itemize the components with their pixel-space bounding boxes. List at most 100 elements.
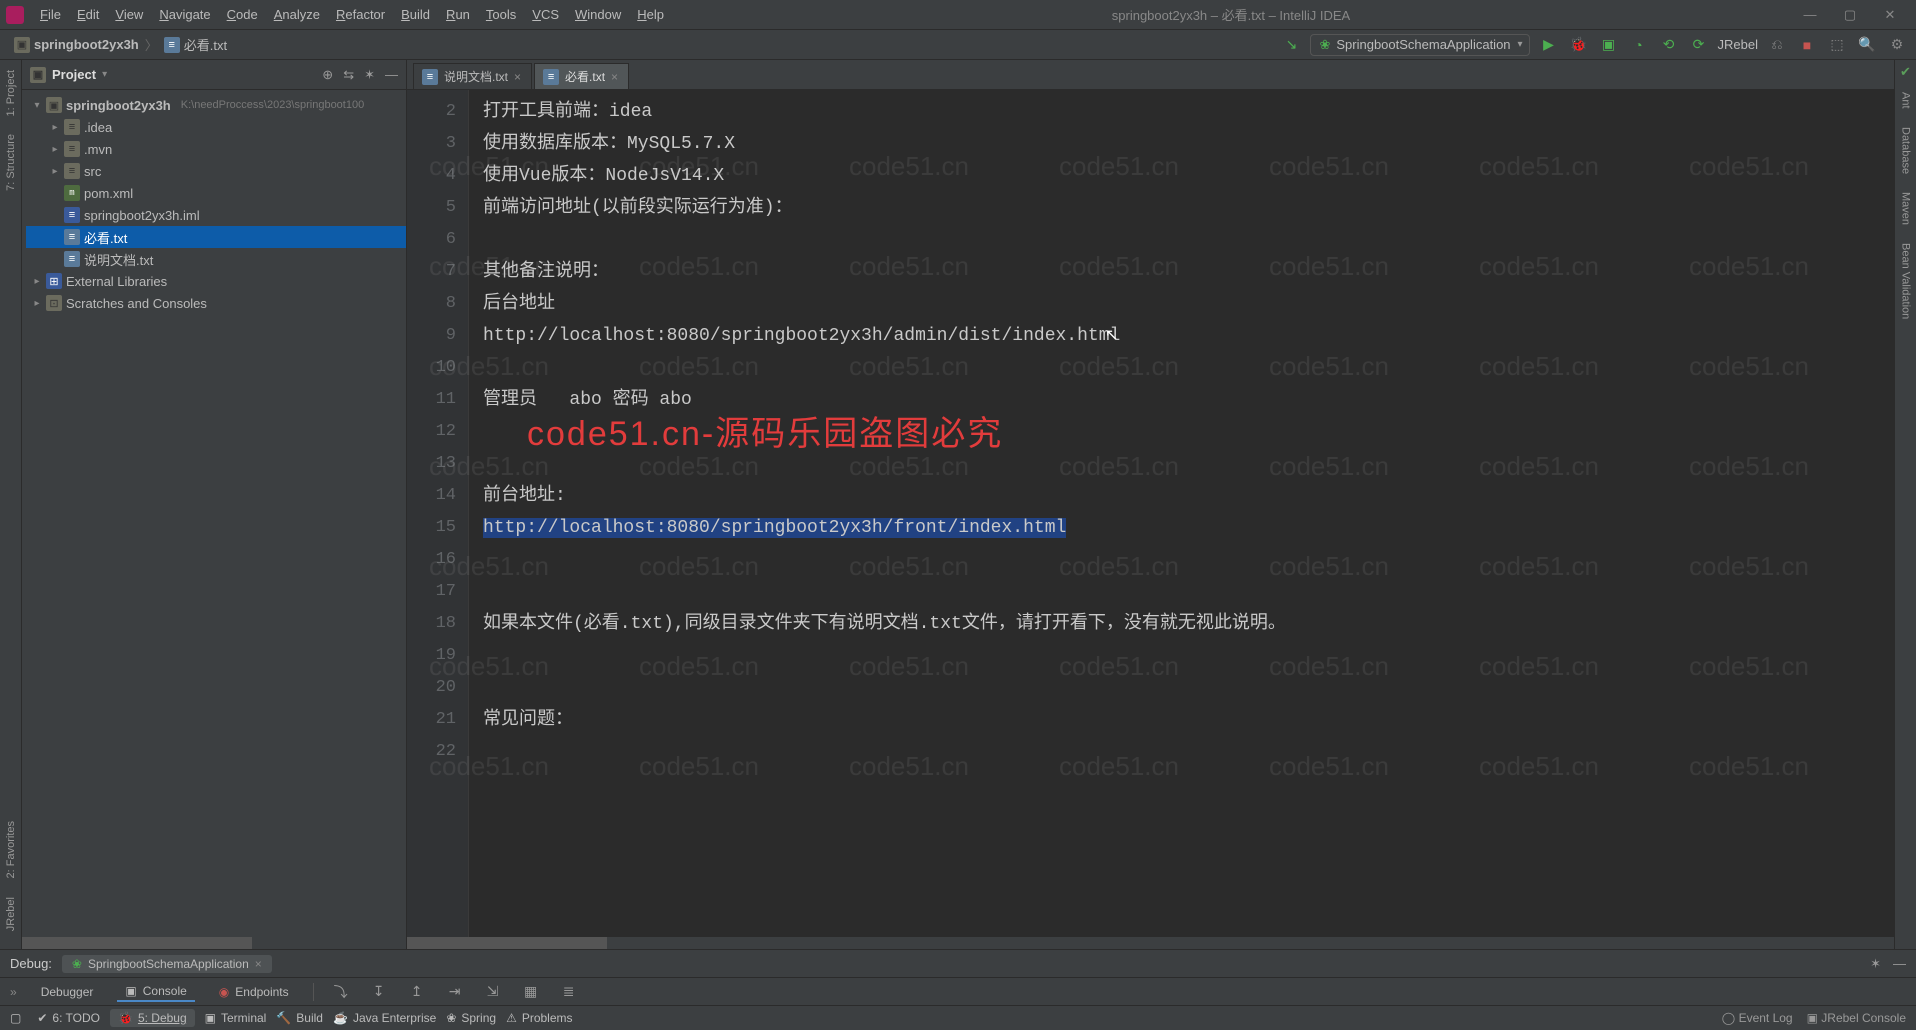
tree-item[interactable]: ▸≡.idea [26,116,406,138]
sidebar-tab-database[interactable]: Database [1898,121,1914,180]
close-button[interactable]: ✕ [1870,7,1910,23]
jrebel-label[interactable]: JRebel [1718,37,1758,52]
tree-root[interactable]: ▾ ▣ springboot2yx3h K:\needProccess\2023… [26,94,406,116]
menu-vcs[interactable]: VCS [524,0,567,30]
sidebar-tab-beanvalidation[interactable]: Bean Validation [1898,237,1914,325]
tree-item[interactable]: ▸≡.mvn [26,138,406,160]
bottom-tab-debug[interactable]: 🐞5: Debug [110,1009,195,1027]
menu-navigate[interactable]: Navigate [151,0,218,30]
force-step-icon[interactable]: ⇥ [444,981,466,1003]
minimize-button[interactable]: — [1790,7,1830,22]
menu-tools[interactable]: Tools [478,0,524,30]
settings-icon[interactable]: ⚙ [1886,34,1908,56]
tree-scratches[interactable]: ▸⊡ Scratches and Consoles [26,292,406,314]
close-icon[interactable]: × [611,70,618,84]
run-config-select[interactable]: ❀ SpringbootSchemaApplication [1310,34,1529,56]
menu-view[interactable]: View [107,0,151,30]
menu-run[interactable]: Run [438,0,478,30]
menu-help[interactable]: Help [629,0,672,30]
locate-icon[interactable]: ⊕ [322,67,333,83]
close-icon[interactable]: × [514,70,521,84]
menu-build[interactable]: Build [393,0,438,30]
attach-icon[interactable]: ⎌ [1766,34,1788,56]
sidebar-tab-project[interactable]: 1: Project [3,64,19,122]
tree-item[interactable]: ≡springboot2yx3h.iml [26,204,406,226]
menu-refactor[interactable]: Refactor [328,0,393,30]
evaluate-icon[interactable]: ▦ [520,981,542,1003]
bottom-tab-terminal[interactable]: ▣Terminal [205,1011,267,1025]
jrebel-console[interactable]: ▣ JRebel Console [1807,1011,1906,1025]
file-icon: ≡ [164,37,180,53]
menu-analyze[interactable]: Analyze [266,0,328,30]
tree-item[interactable]: ≡说明文档.txt [26,248,406,270]
bottom-tab-todo[interactable]: ✔6: TODO [37,1011,100,1025]
menu-file[interactable]: File [32,0,69,30]
maximize-button[interactable]: ▢ [1830,7,1870,23]
search-icon[interactable]: 🔍 [1856,34,1878,56]
bottom-tab-spring[interactable]: ❀Spring [446,1011,496,1025]
close-icon[interactable]: × [255,957,262,971]
editor-tab[interactable]: ≡说明文档.txt× [413,63,532,89]
event-log[interactable]: ◯ Event Log [1722,1011,1793,1025]
tool-window-quick-icon[interactable]: ▢ [10,1011,21,1025]
run-button[interactable]: ▶ [1538,34,1560,56]
sidebar-tab-ant[interactable]: Ant [1898,86,1914,115]
bottom-tab-build[interactable]: 🔨Build [276,1011,323,1025]
menu-edit[interactable]: Edit [69,0,107,30]
project-panel-title[interactable]: ▣ Project [30,67,322,83]
gear-icon[interactable]: ✶ [1870,956,1881,972]
project-tree[interactable]: ▾ ▣ springboot2yx3h K:\needProccess\2023… [22,90,406,937]
tree-item[interactable]: mpom.xml [26,182,406,204]
file-icon: ≡ [543,69,559,85]
sidebar-tab-structure[interactable]: 7: Structure [3,128,19,197]
menu-code[interactable]: Code [219,0,266,30]
stop-button[interactable]: ■ [1796,34,1818,56]
tab-icon: ☕ [333,1011,348,1025]
vcs-update-icon[interactable]: ⬚ [1826,34,1848,56]
tab-icon: 🐞 [118,1011,133,1025]
profile-button[interactable]: ◔ [1628,34,1650,56]
code-area[interactable]: 打开工具前端：idea 使用数据库版本：MySQL5.7.X 使用Vue版本：N… [469,90,1894,937]
folder-icon: ▣ [14,37,30,53]
tree-item[interactable]: ≡必看.txt [26,226,406,248]
debug-button[interactable]: 🐞 [1568,34,1590,56]
tree-external-libs[interactable]: ▸⊞ External Libraries [26,270,406,292]
endpoints-icon: ◉ [219,985,229,999]
minimize-icon[interactable]: — [1893,956,1906,972]
build-hammer-icon[interactable]: ↘ [1280,34,1302,56]
project-icon: ▣ [30,67,46,83]
project-hscroll[interactable] [22,937,406,949]
debugger-tab[interactable]: Debugger [33,983,102,1001]
tree-item[interactable]: ▸≡src [26,160,406,182]
lib-icon: ⊞ [46,273,62,289]
collapse-icon[interactable]: — [385,67,398,83]
endpoints-tab[interactable]: ◉ Endpoints [211,983,297,1001]
step-over-icon[interactable]: ⤵ [330,981,352,1003]
coverage-button[interactable]: ▣ [1598,34,1620,56]
trace-icon[interactable]: ≣ [558,981,580,1003]
sidebar-tab-maven[interactable]: Maven [1898,186,1914,231]
breadcrumb[interactable]: ▣ springboot2yx3h 〉 ≡ 必看.txt [8,35,233,54]
step-out-icon[interactable]: ↥ [406,981,428,1003]
sidebar-tab-jrebel[interactable]: JRebel [3,891,19,937]
gear-icon[interactable]: ✶ [364,67,375,83]
run-to-cursor-icon[interactable]: ⇲ [482,981,504,1003]
jrebel-debug-icon[interactable]: ⟳ [1688,34,1710,56]
editor-hscroll[interactable] [407,937,1894,949]
jrebel-run-icon[interactable]: ⟲ [1658,34,1680,56]
bottom-tab-javaenterprise[interactable]: ☕Java Enterprise [333,1011,436,1025]
window-title: springboot2yx3h – 必看.txt – IntelliJ IDEA [672,5,1790,24]
debug-session-tab[interactable]: ❀ SpringbootSchemaApplication × [62,955,272,973]
console-tab[interactable]: ▣ Console [117,982,194,1002]
bottom-tab-problems[interactable]: ⚠Problems [506,1011,572,1025]
editor-tab[interactable]: ≡必看.txt× [534,63,629,89]
folder-icon: ≡ [64,119,80,135]
menu-window[interactable]: Window [567,0,629,30]
spring-leaf-icon: ❀ [72,957,82,971]
expand-icon[interactable]: ⇆ [343,67,354,83]
step-into-icon[interactable]: ↧ [368,981,390,1003]
mouse-cursor-icon: ↖ [1105,320,1118,352]
sidebar-tab-favorites[interactable]: 2: Favorites [3,815,19,884]
run-config-label: SpringbootSchemaApplication [1336,37,1510,52]
left-tool-gutter: 1: Project 7: Structure 2: Favorites JRe… [0,60,22,949]
